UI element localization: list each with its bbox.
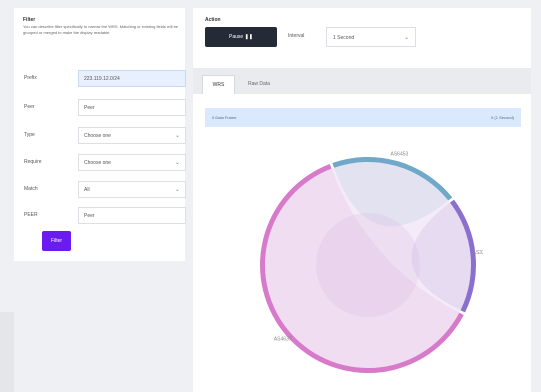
filter-description: You can describe filter specifically to … bbox=[23, 24, 179, 35]
chevron-down-icon: ⌄ bbox=[174, 187, 180, 193]
interval-label: Interval bbox=[288, 33, 305, 39]
chord-group-label: AS6453 bbox=[391, 151, 409, 157]
filter-button[interactable]: Filter bbox=[42, 231, 71, 251]
type-label: Type bbox=[24, 132, 35, 138]
match-select[interactable]: All ⌄ bbox=[78, 181, 186, 198]
peer-label: Peer bbox=[24, 104, 35, 110]
info-bar: 0 Data Frame 0 (1 Second) bbox=[205, 108, 521, 127]
tab-raw-data[interactable]: Raw Data bbox=[237, 75, 281, 94]
pause-button[interactable]: Pause ❚❚ bbox=[205, 27, 277, 47]
chevron-down-icon: ⌄ bbox=[403, 35, 409, 41]
chevron-down-icon: ⌄ bbox=[174, 133, 180, 139]
filter-row-peer-2: PEER Peer bbox=[23, 207, 186, 224]
type-select[interactable]: Choose one ⌄ bbox=[78, 127, 186, 144]
chord-group-label: AS3356 bbox=[473, 250, 483, 256]
chord-center bbox=[316, 213, 420, 317]
filter-row-match: Match All ⌄ bbox=[23, 181, 186, 198]
filter-row-require: Require Choose one ⌄ bbox=[23, 154, 186, 171]
filter-row-prefix: Prefix 223.119.12.0/24 bbox=[23, 70, 186, 87]
chord-diagram: AS6453 AS3356 AS4637 bbox=[260, 151, 483, 373]
filter-title: Filter bbox=[23, 17, 36, 23]
right-panel: Action Pause ❚❚ Interval 1 Second ⌄ WRS … bbox=[193, 8, 531, 392]
chevron-down-icon: ⌄ bbox=[174, 160, 180, 166]
peer-input[interactable]: Peer bbox=[78, 99, 186, 116]
peer2-label: PEER bbox=[24, 212, 38, 218]
match-label: Match bbox=[24, 186, 38, 192]
filter-panel: Filter You can describe filter specifica… bbox=[14, 8, 186, 261]
require-select[interactable]: Choose one ⌄ bbox=[78, 154, 186, 171]
info-left: 0 Data Frame bbox=[212, 115, 237, 120]
prefix-label: Prefix bbox=[24, 75, 37, 81]
filter-row-type: Type Choose one ⌄ bbox=[23, 127, 186, 144]
bottom-strip bbox=[0, 312, 14, 392]
filter-row-peer: Peer Peer bbox=[23, 99, 186, 116]
tab-wrs[interactable]: WRS bbox=[202, 75, 235, 94]
action-label: Action bbox=[205, 17, 221, 23]
prefix-input[interactable]: 223.119.12.0/24 bbox=[78, 70, 186, 87]
peer2-input[interactable]: Peer bbox=[78, 207, 186, 224]
tabs-bar: WRS Raw Data bbox=[193, 68, 531, 94]
interval-select[interactable]: 1 Second ⌄ bbox=[326, 27, 416, 47]
chord-group-label: AS4637 bbox=[274, 337, 292, 343]
info-right: 0 (1 Second) bbox=[491, 115, 514, 120]
require-label: Require bbox=[24, 159, 42, 165]
